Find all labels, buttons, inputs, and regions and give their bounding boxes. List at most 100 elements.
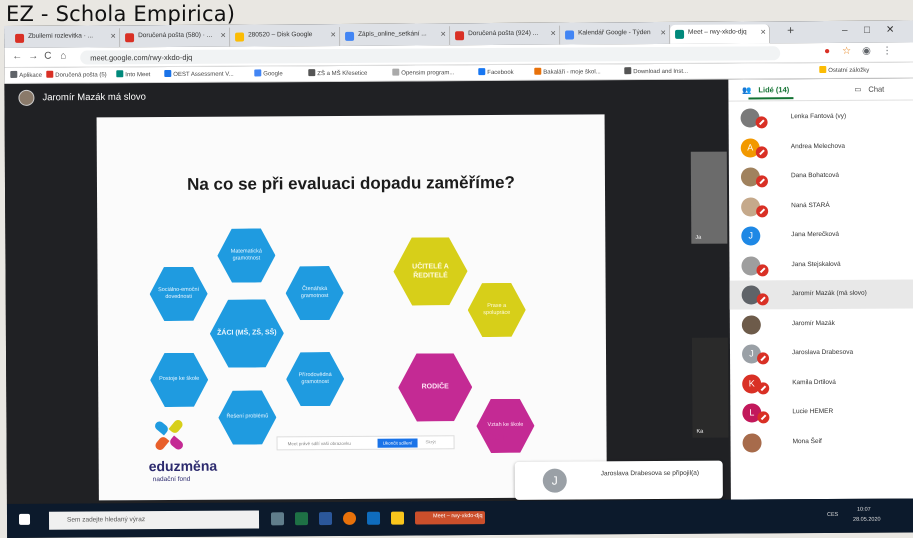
- browser-tab[interactable]: Doručená pošta (580) · ... ✕: [120, 27, 231, 48]
- participant-name: Kamila Drtilová: [792, 378, 836, 386]
- bookmark-item[interactable]: OEST Assessment V...: [164, 69, 234, 78]
- bookmark-item[interactable]: ZŠ a MŠ Křesetice: [308, 69, 367, 77]
- bookmark-item[interactable]: Into Meet: [116, 70, 150, 78]
- tab-people[interactable]: Lidé (14): [758, 85, 789, 94]
- participant-row[interactable]: L Lucie HEMER: [730, 397, 913, 427]
- close-tab-icon[interactable]: ✕: [660, 29, 666, 37]
- participant-row[interactable]: Naná STARÁ: [729, 191, 913, 221]
- participant-row[interactable]: Dana Bohatcová: [729, 161, 913, 191]
- language-indicator[interactable]: CES: [827, 512, 838, 518]
- participant-row[interactable]: K Kamila Drtilová: [730, 368, 913, 398]
- menu-icon[interactable]: ⋮: [882, 46, 892, 57]
- participant-row[interactable]: Jaromír Mazák: [730, 309, 913, 339]
- tab-favicon-icon: [675, 29, 685, 39]
- hide-button[interactable]: Skrýt: [426, 439, 436, 444]
- participant-name: Naná STARÁ: [791, 201, 830, 209]
- bookmark-icon: [116, 70, 124, 78]
- taskbar-search-input[interactable]: Sem zadejte hledaný výraz: [48, 510, 260, 530]
- bookmark-item[interactable]: Doručená pošta (5): [46, 70, 107, 79]
- mic-off-icon: [755, 145, 768, 158]
- tab-favicon-icon: [15, 33, 25, 43]
- close-tab-icon[interactable]: ✕: [760, 28, 766, 36]
- bookmark-label: Aplikace: [19, 72, 43, 79]
- participant-row[interactable]: J Jaroslava Drabesova: [730, 338, 913, 368]
- participant-row[interactable]: J Jana Merečková: [729, 220, 913, 250]
- bookmark-icon: [308, 69, 316, 77]
- participant-name: Jaromír Mazák (má slovo): [791, 289, 867, 298]
- bookmark-label: Ostatní záložky: [828, 67, 870, 74]
- hex-social: Sociálno-emoční dovednosti: [149, 267, 207, 321]
- speaker-label: Jaromír Mazák má slovo: [42, 91, 146, 104]
- bookmark-item[interactable]: Google: [254, 69, 283, 77]
- word-icon[interactable]: [318, 512, 333, 526]
- bookmark-item[interactable]: Opensim program...: [392, 68, 454, 77]
- bookmark-label: Facebook: [487, 69, 514, 77]
- hex-problem-solving: Řešení problémů: [218, 390, 276, 444]
- outlook-icon[interactable]: [366, 511, 381, 525]
- participant-tile[interactable]: Ja: [690, 151, 728, 244]
- bookmark-label: Download and Inst...: [633, 68, 689, 76]
- hex-reading: Čtenářská gramotnost: [285, 266, 343, 320]
- people-panel: Lidé (14) 👥 ▭ Chat Lenka Fantová (vy) A An…: [728, 78, 913, 500]
- excel-icon[interactable]: [294, 512, 309, 526]
- tab-label: Doručená pošta (924) ...: [468, 29, 539, 38]
- browser-tab[interactable]: Zbuilemi rozlevitka · ... ✕: [10, 28, 121, 48]
- task-view-icon[interactable]: [270, 512, 285, 526]
- clock-time[interactable]: 10:07: [857, 507, 871, 513]
- tile-label: Ka: [696, 428, 704, 435]
- bookmark-icon: [534, 67, 542, 75]
- bookmark-item[interactable]: Facebook: [478, 68, 514, 77]
- close-tab-icon[interactable]: ✕: [440, 30, 446, 38]
- bookmark-icon: [164, 69, 172, 78]
- bookmark-item[interactable]: Ostatní záložky: [819, 65, 870, 74]
- mic-off-icon: [756, 293, 769, 306]
- browser-tab[interactable]: Doručená pošta (924) ... ✕: [450, 25, 561, 46]
- bookmark-label: Bakaláři - moje škol...: [543, 69, 601, 76]
- bookmark-item[interactable]: Download and Inst...: [624, 67, 688, 75]
- browser-tab[interactable]: Meet – rwy-xkdo-djq ✕: [670, 24, 771, 44]
- url-field[interactable]: meet.google.com/rwy-xkdo-djq: [80, 46, 781, 65]
- participant-row[interactable]: A Andrea Melechova: [729, 132, 913, 162]
- mic-off-icon: [757, 381, 770, 394]
- close-tab-icon[interactable]: ✕: [220, 32, 226, 40]
- browser-tab[interactable]: Zápis_online_setkání ... ✕: [340, 26, 451, 46]
- bookmark-item[interactable]: Aplikace: [10, 70, 43, 79]
- participant-row[interactable]: Jana Stejskalová: [729, 250, 913, 280]
- participant-name: Mona Šeif: [792, 437, 822, 445]
- chat-icon: ▭: [854, 84, 862, 94]
- tab-favicon-icon: [565, 30, 575, 40]
- participant-row[interactable]: Mona Šeif: [730, 427, 913, 457]
- star-icon[interactable]: ☆: [842, 46, 851, 57]
- home-icon[interactable]: ⌂: [60, 51, 66, 62]
- maximize-button[interactable]: □: [864, 25, 870, 36]
- file-explorer-icon[interactable]: [390, 511, 405, 525]
- profile-icon[interactable]: ◉: [862, 46, 871, 57]
- forward-icon[interactable]: →: [28, 51, 38, 62]
- avatar: [18, 89, 35, 106]
- clock-date[interactable]: 28.05.2020: [853, 517, 881, 523]
- bookmark-icon: [624, 67, 632, 75]
- stop-sharing-button[interactable]: Ukončit sdílení: [377, 438, 418, 448]
- participant-name: Jana Stejskalová: [791, 260, 841, 268]
- close-tab-icon[interactable]: ✕: [550, 30, 556, 38]
- minimize-button[interactable]: –: [842, 25, 848, 36]
- extension-icon[interactable]: ●: [824, 46, 830, 57]
- participant-row[interactable]: Lenka Fantová (vy): [728, 102, 913, 132]
- tab-chat[interactable]: Chat: [868, 85, 884, 94]
- close-tab-icon[interactable]: ✕: [330, 31, 336, 39]
- new-tab-button[interactable]: +: [787, 23, 794, 37]
- browser-tab[interactable]: 280520 – Disk Google ✕: [230, 26, 341, 47]
- chrome-icon[interactable]: [342, 511, 357, 525]
- tile-label: Ja: [695, 234, 702, 241]
- windows-start-icon[interactable]: [18, 513, 31, 525]
- bookmark-icon: [478, 68, 486, 76]
- reload-icon[interactable]: C: [44, 51, 51, 62]
- back-icon[interactable]: ←: [12, 51, 22, 62]
- bookmark-icon: [254, 69, 262, 77]
- participant-row[interactable]: Jaromír Mazák (má slovo): [729, 279, 913, 310]
- close-tab-icon[interactable]: ✕: [110, 32, 116, 40]
- participant-tile[interactable]: Ka: [691, 337, 729, 438]
- bookmark-item[interactable]: Bakaláři - moje škol...: [534, 67, 601, 76]
- browser-tab[interactable]: Kalendář Google - Týden ✕: [560, 24, 671, 45]
- close-window-button[interactable]: ✕: [886, 25, 894, 36]
